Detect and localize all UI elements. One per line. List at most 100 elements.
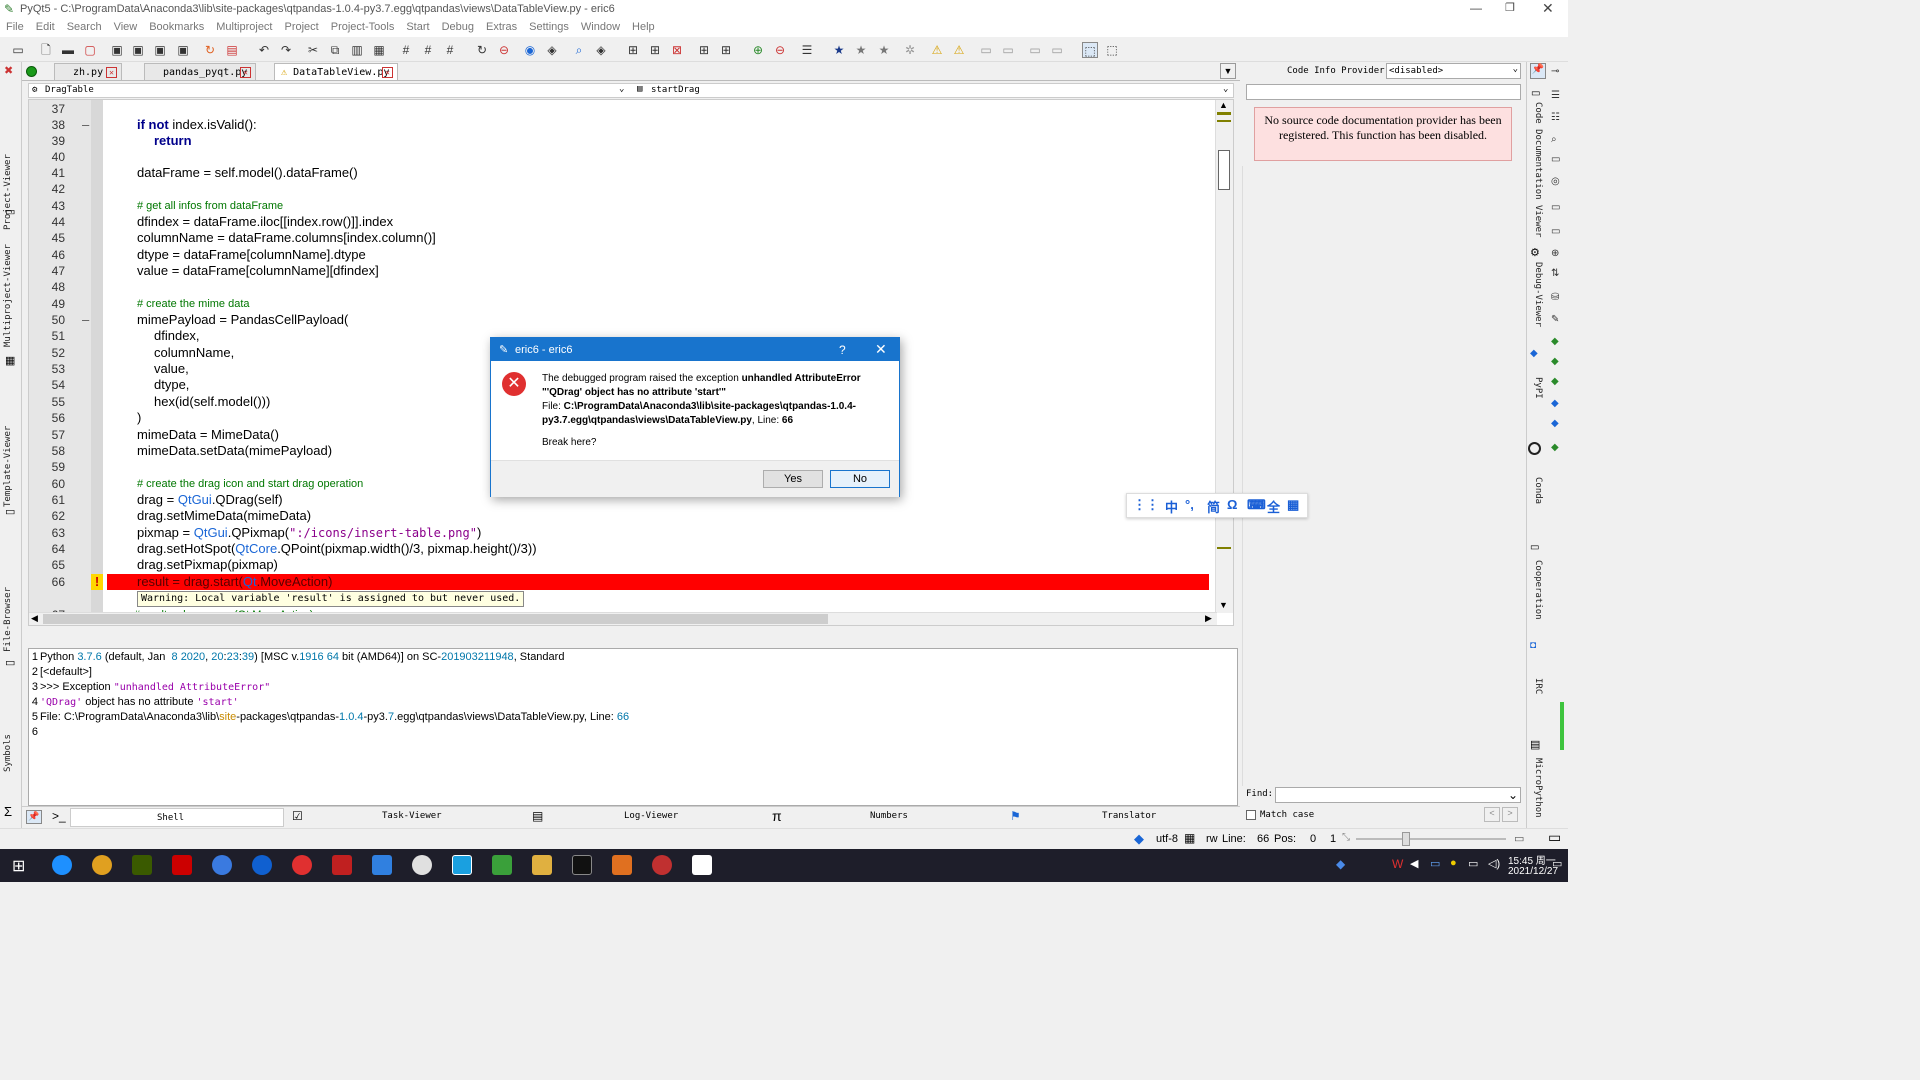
tool-icon[interactable]: ⊸ bbox=[1551, 66, 1559, 77]
ime-simplified[interactable]: 简 bbox=[1207, 497, 1220, 516]
menu-search[interactable]: Search bbox=[61, 19, 108, 35]
prev-bookmark-icon[interactable]: ★ bbox=[876, 42, 892, 58]
no-button[interactable]: No bbox=[830, 470, 890, 488]
clock-time[interactable]: 15:45 周一 bbox=[1508, 852, 1556, 867]
run-icon[interactable]: ◉ bbox=[522, 42, 538, 58]
tool-icon[interactable]: ▭ bbox=[1551, 154, 1560, 165]
tab-irc[interactable]: IRC bbox=[1529, 678, 1543, 698]
pin-icon[interactable]: 📌 bbox=[1530, 63, 1546, 79]
tool-icon[interactable]: ⌕ bbox=[1551, 134, 1557, 145]
chevron-left-icon[interactable]: ◀ bbox=[1410, 857, 1418, 870]
tab-list-dropdown[interactable]: ▼ bbox=[1220, 63, 1236, 79]
ime-menu[interactable]: ▦ bbox=[1287, 497, 1299, 513]
ime-fullwidth[interactable]: 全 bbox=[1267, 497, 1280, 516]
next-split-icon[interactable]: ⊞ bbox=[696, 42, 712, 58]
tab-shell[interactable]: Shell bbox=[70, 808, 284, 827]
scrollbar-thumb[interactable] bbox=[1218, 150, 1230, 190]
volume-icon[interactable]: ◁) bbox=[1488, 857, 1500, 870]
menu-window[interactable]: Window bbox=[575, 19, 626, 35]
tool-icon[interactable]: ⇅ bbox=[1551, 268, 1559, 279]
class-combo[interactable]: DragTable bbox=[45, 85, 94, 95]
debug-icon[interactable]: ◈ bbox=[544, 42, 560, 58]
window-icon[interactable]: ▭ bbox=[10, 42, 26, 58]
save-icon[interactable]: ▣ bbox=[109, 42, 125, 58]
network-icon[interactable]: ▭ bbox=[1468, 857, 1478, 870]
close-tab-icon[interactable]: ✕ bbox=[382, 67, 393, 78]
fold-toggle-icon[interactable]: – bbox=[82, 312, 89, 328]
chrome-icon[interactable] bbox=[92, 855, 112, 875]
ime-punct[interactable]: °, bbox=[1185, 497, 1194, 512]
coverage-icon[interactable]: ▭ bbox=[978, 42, 994, 58]
terminal-icon[interactable] bbox=[572, 855, 592, 875]
tab-pypi[interactable]: PyPI bbox=[1529, 377, 1543, 407]
clear-bookmarks-icon[interactable]: ✲ bbox=[902, 42, 918, 58]
close-tab-icon[interactable]: ✕ bbox=[240, 67, 251, 78]
chevron-down-icon[interactable]: ⌄ bbox=[619, 84, 624, 94]
zoom-in-icon[interactable]: ▭ bbox=[1514, 832, 1524, 845]
menu-start[interactable]: Start bbox=[400, 19, 435, 35]
provider-select[interactable]: <disabled> ⌄ bbox=[1386, 63, 1521, 79]
tab-conda[interactable]: Conda bbox=[1529, 477, 1543, 507]
toggle-bookmark-icon[interactable]: ★ bbox=[831, 42, 847, 58]
feather-icon[interactable] bbox=[252, 855, 272, 875]
warning-next-icon[interactable]: ⚠ bbox=[929, 42, 945, 58]
screen-icon[interactable]: ▭ bbox=[1548, 829, 1561, 846]
tab-multiproject-viewer[interactable]: Multiproject-Viewer bbox=[3, 244, 17, 347]
menu-view[interactable]: View bbox=[108, 19, 144, 35]
tab-file-browser[interactable]: File-Browser bbox=[3, 562, 17, 652]
fold-toggle-icon[interactable]: – bbox=[82, 117, 89, 133]
media-icon[interactable] bbox=[292, 855, 312, 875]
template-icon[interactable]: ▭ bbox=[5, 505, 15, 518]
edge-icon[interactable] bbox=[52, 855, 72, 875]
menu-bookmarks[interactable]: Bookmarks bbox=[143, 19, 210, 35]
find-next-button[interactable]: > bbox=[1502, 807, 1518, 822]
dialog-close-button[interactable]: ✕ bbox=[875, 341, 887, 358]
menu-help[interactable]: Help bbox=[626, 19, 661, 35]
tab-template-viewer[interactable]: Template-Viewer bbox=[3, 407, 17, 507]
tool-icon[interactable]: ⛁ bbox=[1551, 292, 1559, 303]
tool-icon[interactable]: ◆ bbox=[1551, 336, 1559, 347]
symbols-icon[interactable]: Σ bbox=[4, 804, 12, 819]
stop-icon[interactable]: ⊖ bbox=[496, 42, 512, 58]
folder-icon[interactable] bbox=[532, 855, 552, 875]
tool-icon[interactable]: ◆ bbox=[1551, 376, 1559, 387]
tool-icon[interactable]: ▭ bbox=[1551, 202, 1560, 213]
tool-icon[interactable]: ⊕ bbox=[1551, 248, 1559, 259]
whats-this-icon[interactable]: ⬚ bbox=[1082, 42, 1098, 58]
chevron-left-icon[interactable]: ◀ bbox=[31, 613, 38, 624]
zoom-slider-handle[interactable] bbox=[1402, 832, 1410, 846]
zoom-reset-icon[interactable]: ⤡ bbox=[1342, 832, 1350, 843]
tab-pandas-pyqt-py[interactable]: pandas_pyqt.py ✕ bbox=[144, 63, 256, 81]
chevron-up-icon[interactable]: ▲ bbox=[1219, 100, 1228, 110]
tab-task-viewer[interactable]: Task-Viewer bbox=[382, 811, 442, 821]
eric-icon[interactable] bbox=[652, 855, 672, 875]
python-shell[interactable]: 1 Python 3.7.6 (default, Jan 8 2020, 20:2… bbox=[28, 648, 1238, 806]
remove-split-icon[interactable]: ⊠ bbox=[669, 42, 685, 58]
document-icon[interactable] bbox=[692, 855, 712, 875]
zoom-icon[interactable]: ⬚ bbox=[1104, 42, 1120, 58]
warning-marker-icon[interactable]: ! bbox=[91, 574, 103, 590]
notification-icon[interactable]: ▭ bbox=[1552, 857, 1562, 870]
menu-debug[interactable]: Debug bbox=[436, 19, 480, 35]
print-icon[interactable]: ▤ bbox=[224, 42, 240, 58]
tray-icon[interactable]: W bbox=[1392, 857, 1403, 871]
python-icon[interactable]: ◆ bbox=[1551, 398, 1559, 409]
reload-icon[interactable]: ↻ bbox=[202, 42, 218, 58]
save-copy-icon[interactable]: ▣ bbox=[175, 42, 191, 58]
horizontal-scrollbar[interactable]: ◀ ▶ bbox=[29, 612, 1217, 625]
file-browser-icon[interactable]: ▭ bbox=[5, 656, 15, 669]
task-next-icon[interactable]: ▭ bbox=[1027, 42, 1043, 58]
tab-zh-py[interactable]: zh.py ✕ bbox=[54, 63, 122, 81]
maximize-button[interactable]: ❐ bbox=[1505, 1, 1515, 14]
toggle-comment-icon[interactable]: # bbox=[442, 42, 458, 58]
tool-icon[interactable]: ▭ bbox=[1551, 226, 1560, 237]
sublime-icon[interactable] bbox=[612, 855, 632, 875]
dreamweaver-icon[interactable] bbox=[132, 855, 152, 875]
save-as-icon[interactable]: ▣ bbox=[130, 42, 146, 58]
warning-prev-icon[interactable]: ⚠ bbox=[951, 42, 967, 58]
vertical-scrollbar[interactable]: ▲ ▼ bbox=[1215, 100, 1233, 613]
match-case-checkbox[interactable] bbox=[1246, 810, 1256, 820]
qt-icon[interactable] bbox=[492, 855, 512, 875]
project-icon[interactable]: ▭ bbox=[5, 205, 15, 218]
profile-icon[interactable]: ▭ bbox=[1000, 42, 1016, 58]
